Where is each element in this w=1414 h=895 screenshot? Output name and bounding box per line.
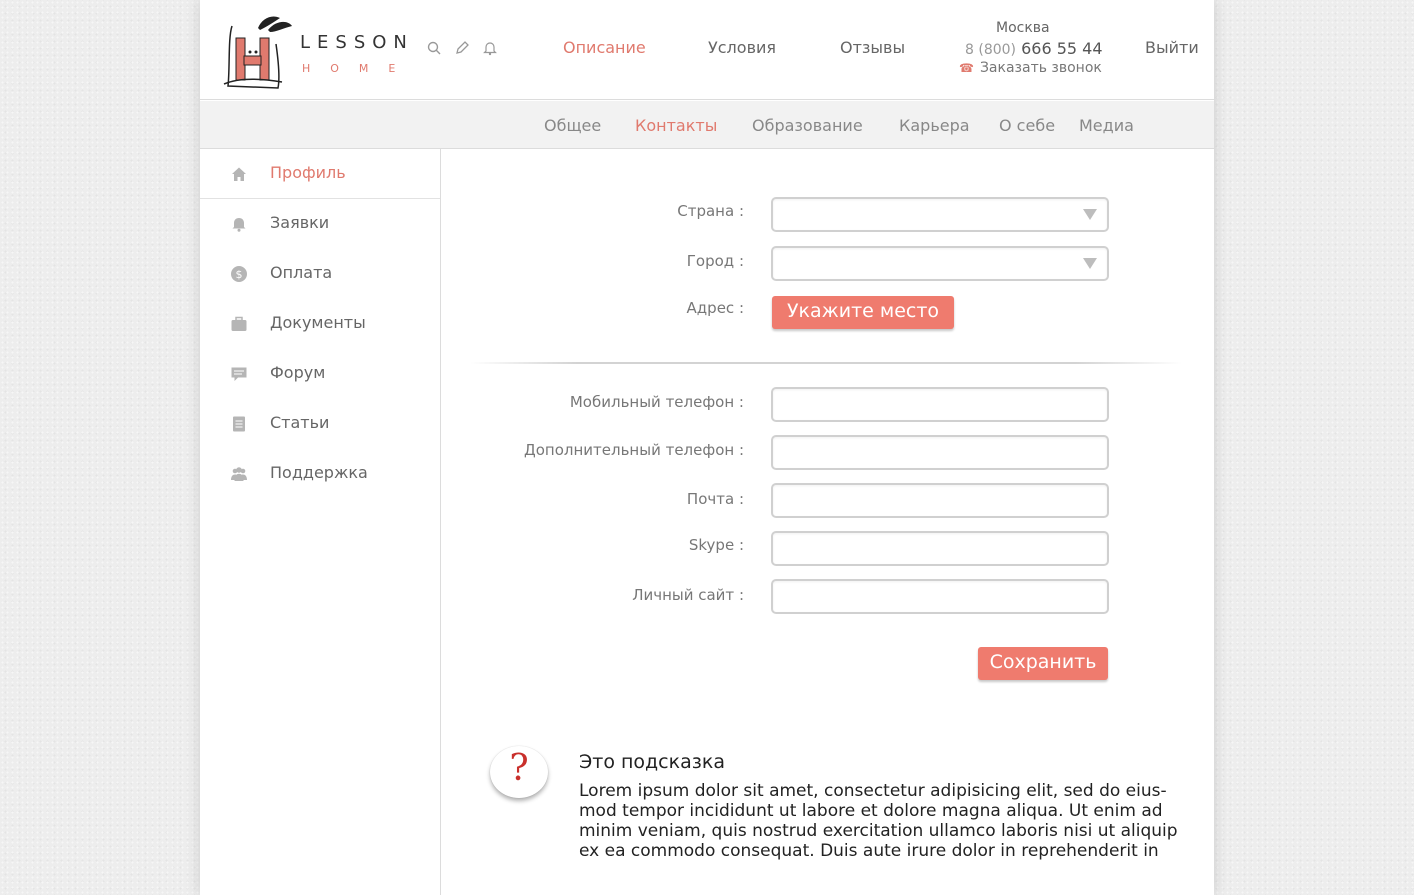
city-label: Москва: [996, 20, 1050, 36]
profile-tabs: Общее Контакты Образование Карьера О себ…: [200, 101, 1214, 149]
sidebar-item-articles[interactable]: Статьи: [200, 399, 440, 449]
svg-text:$: $: [236, 268, 243, 281]
sidebar-item-label: Оплата: [270, 263, 333, 282]
email-label: Почта :: [686, 490, 744, 508]
tab-education[interactable]: Образование: [752, 116, 863, 135]
website-label: Личный сайт :: [632, 586, 744, 604]
bell-icon[interactable]: [482, 40, 498, 56]
section-divider: [470, 362, 1182, 364]
question-mark-icon: ?: [509, 748, 529, 789]
hint-title: Это подсказка: [579, 751, 725, 773]
pencil-icon[interactable]: [454, 40, 470, 56]
sidebar-item-documents[interactable]: Документы: [200, 299, 440, 349]
header: LESSON HOME Описание Условия Отзывы Моск…: [200, 0, 1214, 100]
logo-mark-icon: [223, 16, 292, 89]
sidebar-item-label: Профиль: [270, 163, 346, 182]
skype-label: Skype :: [688, 536, 744, 554]
chat-icon: [231, 367, 247, 381]
extra-phone-label: Дополнительный телефон :: [524, 441, 744, 459]
email-input[interactable]: [771, 483, 1109, 518]
website-input[interactable]: [771, 579, 1109, 614]
country-label: Страна :: [677, 202, 744, 220]
nav-reviews[interactable]: Отзывы: [840, 38, 905, 57]
phone-digits: 666 55 44: [1021, 39, 1103, 58]
logout-link[interactable]: Выйти: [1145, 38, 1199, 57]
sidebar: Профиль Заявки $ Оплата Документы Форум …: [200, 149, 441, 895]
logo[interactable]: LESSON HOME: [218, 8, 407, 90]
extra-phone-input[interactable]: [771, 435, 1109, 470]
sidebar-item-label: Статьи: [270, 413, 330, 432]
sidebar-item-label: Форум: [270, 363, 326, 382]
tab-contacts[interactable]: Контакты: [635, 116, 717, 135]
logo-text-home: HOME: [302, 62, 416, 75]
dropdown-arrow-icon: [1083, 258, 1097, 269]
sidebar-item-requests[interactable]: Заявки: [200, 199, 440, 249]
nav-description[interactable]: Описание: [563, 38, 646, 57]
telephone-icon: ☎: [959, 61, 974, 75]
users-icon: [231, 467, 247, 481]
bell-icon: [232, 218, 246, 232]
dollar-icon: $: [231, 266, 247, 282]
skype-input[interactable]: [771, 531, 1109, 566]
sidebar-item-payment[interactable]: $ Оплата: [200, 249, 440, 299]
sidebar-item-label: Заявки: [270, 213, 330, 232]
callback-label: Заказать звонок: [979, 60, 1102, 76]
home-icon: [232, 167, 246, 181]
sidebar-item-label: Документы: [270, 313, 366, 332]
sidebar-item-support[interactable]: Поддержка: [200, 449, 440, 499]
country-select[interactable]: [771, 197, 1109, 232]
page: LESSON HOME Описание Условия Отзывы Моск…: [200, 0, 1214, 895]
mobile-phone-label: Мобильный телефон :: [569, 393, 744, 411]
specify-location-button[interactable]: Укажите место: [772, 296, 954, 329]
hint-text: Lorem ipsum dolor sit amet, consectetur …: [579, 781, 1178, 861]
city-field-label: Город :: [686, 252, 744, 270]
search-icon[interactable]: [426, 40, 442, 56]
save-button[interactable]: Сохранить: [978, 647, 1108, 680]
sidebar-item-label: Поддержка: [270, 463, 368, 482]
city-select[interactable]: [771, 246, 1109, 281]
logo-text-lesson: LESSON: [300, 32, 414, 53]
mobile-phone-input[interactable]: [771, 387, 1109, 422]
tab-career[interactable]: Карьера: [899, 116, 970, 135]
hint-icon: ?: [490, 746, 548, 798]
phone-code: 8 (800): [965, 42, 1017, 58]
document-icon: [233, 416, 245, 432]
address-label: Адрес :: [686, 299, 744, 317]
callback-link[interactable]: ☎ Заказать звонок: [959, 60, 1102, 76]
tab-media[interactable]: Медиа: [1079, 116, 1134, 135]
dropdown-arrow-icon: [1083, 209, 1097, 220]
briefcase-icon: [231, 316, 247, 331]
phone-number[interactable]: 8 (800) 666 55 44: [965, 39, 1103, 58]
sidebar-item-forum[interactable]: Форум: [200, 349, 440, 399]
tab-about[interactable]: О себе: [999, 116, 1055, 135]
sidebar-item-profile[interactable]: Профиль: [200, 149, 440, 199]
tab-general[interactable]: Общее: [544, 116, 601, 135]
nav-conditions[interactable]: Условия: [708, 38, 776, 57]
